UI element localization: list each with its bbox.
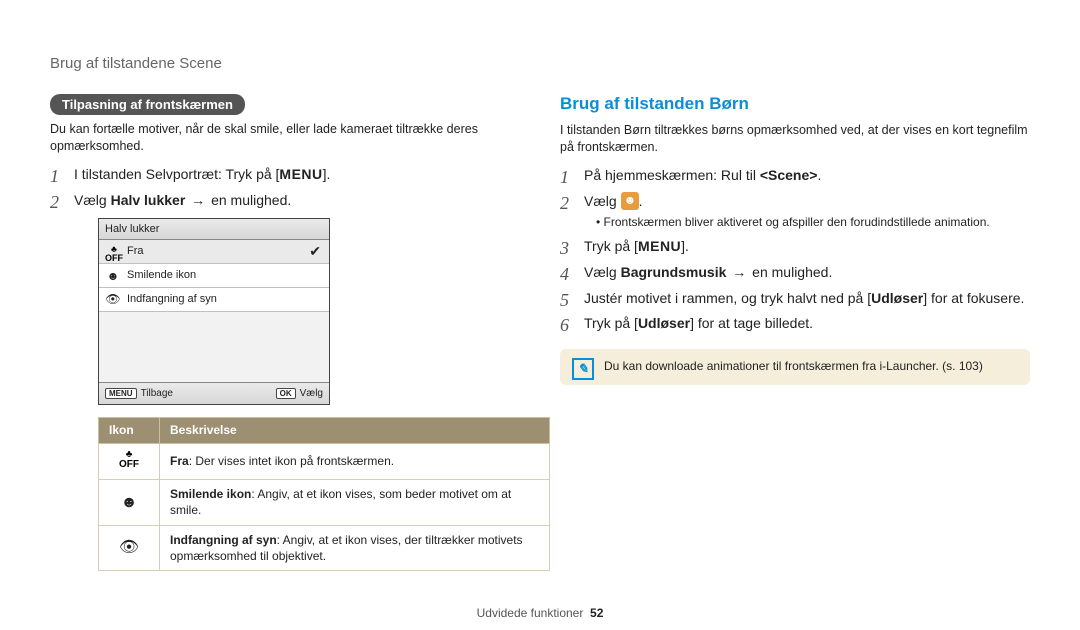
menu-token: MENU [279,166,322,182]
eye-icon: 👁 [99,525,160,570]
left-column: Tilpasning af frontskærmen Du kan fortæl… [50,94,520,598]
page-number: 52 [590,606,603,620]
note-text: Du kan downloade animationer til frontsk… [604,359,983,373]
sub-note: Frontskærmen bliver aktiveret og afspill… [596,214,1030,230]
page-header: Brug af tilstandene Scene [50,55,1030,72]
section-pill: Tilpasning af frontskærmen [50,94,245,115]
step-3: Tryk på [MENU]. [560,237,1030,256]
table-row: ☻ Smilende ikon: Angiv, at et ikon vises… [99,480,550,525]
step-2: Vælg Halv lukker → en mulighed. Halv luk… [50,191,520,571]
mock-item-label: Smilende ikon [127,268,196,283]
mock-item-fra: ♣OFF Fra [99,240,329,264]
smile-icon: ☻ [105,269,121,283]
off-icon: ♣OFF [99,443,160,480]
step-1: På hjemmeskærmen: Rul til <Scene>. [560,166,1030,185]
info-note: ✎ Du kan downloade animationer til front… [560,349,1030,385]
footer-section: Udvidede funktioner [477,606,584,620]
eye-icon: 👁 [105,292,121,306]
device-menu-screenshot: Halv lukker ♣OFF Fra ☻ Smilende ikon 👁 I… [98,218,330,406]
table-row: 👁 Indfangning af syn: Angiv, at et ikon … [99,525,550,570]
two-column-layout: Tilpasning af frontskærmen Du kan fortæl… [50,94,1030,598]
page-footer: Udvidede funktioner 52 [50,598,1030,630]
section-heading: Brug af tilstanden Børn [560,94,1030,114]
th-desc: Beskrivelse [160,418,550,443]
document-page: Brug af tilstandene Scene Tilpasning af … [0,0,1080,630]
mock-back: MENUTilbage [105,387,173,401]
smile-icon: ☻ [99,480,160,525]
mock-item-label: Indfangning af syn [127,292,217,307]
off-icon: ♣OFF [105,245,121,259]
intro-text: Du kan fortælle motiver, når de skal smi… [50,121,520,155]
right-steps: På hjemmeskærmen: Rul til <Scene>. Vælg … [560,166,1030,334]
menu-token: MENU [638,238,681,254]
mock-item-indfangning: 👁 Indfangning af syn [99,288,329,312]
intro-text: I tilstanden Børn tiltrækkes børns opmær… [560,122,1030,156]
children-mode-icon [621,192,639,210]
mock-title: Halv lukker [99,219,329,241]
mock-footer: MENUTilbage OKVælg [99,382,329,405]
mock-empty-area [99,312,329,382]
step-2: Vælg . Frontskærmen bliver aktiveret og … [560,192,1030,230]
table-row: ♣OFF Fra: Der vises intet ikon på fronts… [99,443,550,480]
step-4: Vælg Bagrundsmusik → en mulighed. [560,263,1030,282]
step-5: Justér motivet i rammen, og tryk halvt n… [560,289,1030,308]
right-column: Brug af tilstanden Børn I tilstanden Bør… [560,94,1030,598]
th-icon: Ikon [99,418,160,443]
info-icon: ✎ [572,358,594,380]
step-1: I tilstanden Selvportræt: Tryk på [MENU]… [50,165,520,184]
mock-ok: OKVælg [276,387,323,401]
icon-description-table: Ikon Beskrivelse ♣OFF Fra: Der vises int… [98,417,550,571]
mock-item-label: Fra [127,244,144,259]
step-2-sub: Frontskærmen bliver aktiveret og afspill… [596,214,1030,230]
left-steps: I tilstanden Selvportræt: Tryk på [MENU]… [50,165,520,571]
step-6: Tryk på [Udløser] for at tage billedet. [560,314,1030,333]
mock-item-smilende: ☻ Smilende ikon [99,264,329,288]
